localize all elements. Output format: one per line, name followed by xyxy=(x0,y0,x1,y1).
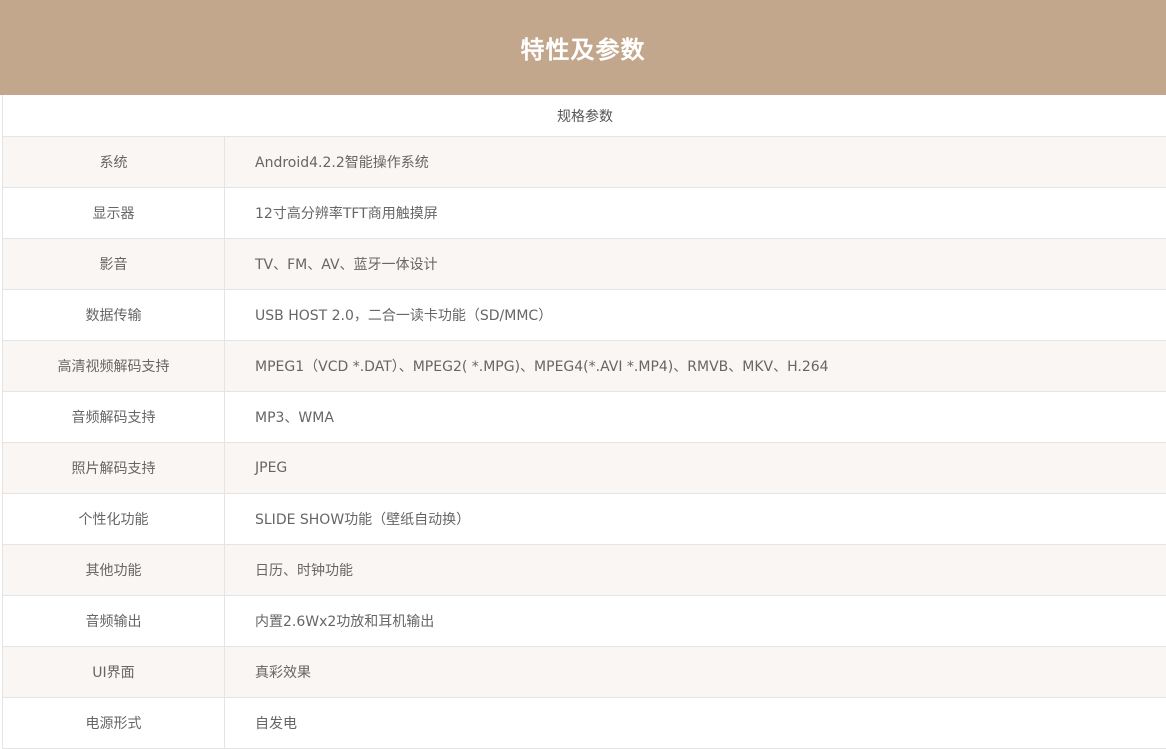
row-label: 其他功能 xyxy=(3,545,225,595)
row-value: MP3、WMA xyxy=(255,410,334,426)
row-value: 自发电 xyxy=(255,716,297,732)
row-label: UI界面 xyxy=(3,647,225,697)
row-value: Android4.2.2智能操作系统 xyxy=(255,155,429,171)
table-row: 显示器 12寸高分辨率TFT商用触摸屏 xyxy=(3,188,1166,239)
row-label: 照片解码支持 xyxy=(3,443,225,493)
row-label: 数据传输 xyxy=(3,290,225,340)
row-label: 影音 xyxy=(3,239,225,289)
row-value: USB HOST 2.0，二合一读卡功能（SD/MMC） xyxy=(255,308,553,324)
row-label: 显示器 xyxy=(3,188,225,238)
row-value: SLIDE SHOW功能（壁纸自动换） xyxy=(255,512,471,528)
row-label: 电源形式 xyxy=(3,698,225,748)
table-caption: 规格参数 xyxy=(3,95,1166,137)
table-row: 电源形式 自发电 xyxy=(3,698,1166,749)
row-label: 音频输出 xyxy=(3,596,225,646)
table-row: 系统 Android4.2.2智能操作系统 xyxy=(3,137,1166,188)
row-value: 日历、时钟功能 xyxy=(255,563,353,579)
row-label: 个性化功能 xyxy=(3,494,225,544)
table-row: 其他功能 日历、时钟功能 xyxy=(3,545,1166,596)
table-row: UI界面 真彩效果 xyxy=(3,647,1166,698)
row-value: 真彩效果 xyxy=(255,665,311,681)
table-row: 个性化功能 SLIDE SHOW功能（壁纸自动换） xyxy=(3,494,1166,545)
table-row: 音频输出 内置2.6Wx2功放和耳机输出 xyxy=(3,596,1166,647)
row-value: 内置2.6Wx2功放和耳机输出 xyxy=(255,614,435,630)
table-row: 数据传输 USB HOST 2.0，二合一读卡功能（SD/MMC） xyxy=(3,290,1166,341)
row-value: TV、FM、AV、蓝牙一体设计 xyxy=(255,257,438,273)
spec-table: 规格参数 系统 Android4.2.2智能操作系统 显示器 12寸高分辨率TF… xyxy=(2,95,1166,749)
row-value: JPEG xyxy=(255,460,288,476)
row-value: MPEG1（VCD *.DAT）、MPEG2( *.MPG)、MPEG4(*.A… xyxy=(255,359,829,375)
page-header: 特性及参数 xyxy=(0,0,1166,95)
table-row: 音频解码支持 MP3、WMA xyxy=(3,392,1166,443)
table-row: 照片解码支持 JPEG xyxy=(3,443,1166,494)
row-label: 高清视频解码支持 xyxy=(3,341,225,391)
row-value: 12寸高分辨率TFT商用触摸屏 xyxy=(255,206,438,222)
row-label: 音频解码支持 xyxy=(3,392,225,442)
row-label: 系统 xyxy=(3,137,225,187)
page-title: 特性及参数 xyxy=(520,36,646,64)
table-row: 影音 TV、FM、AV、蓝牙一体设计 xyxy=(3,239,1166,290)
table-row: 高清视频解码支持 MPEG1（VCD *.DAT）、MPEG2( *.MPG)、… xyxy=(3,341,1166,392)
